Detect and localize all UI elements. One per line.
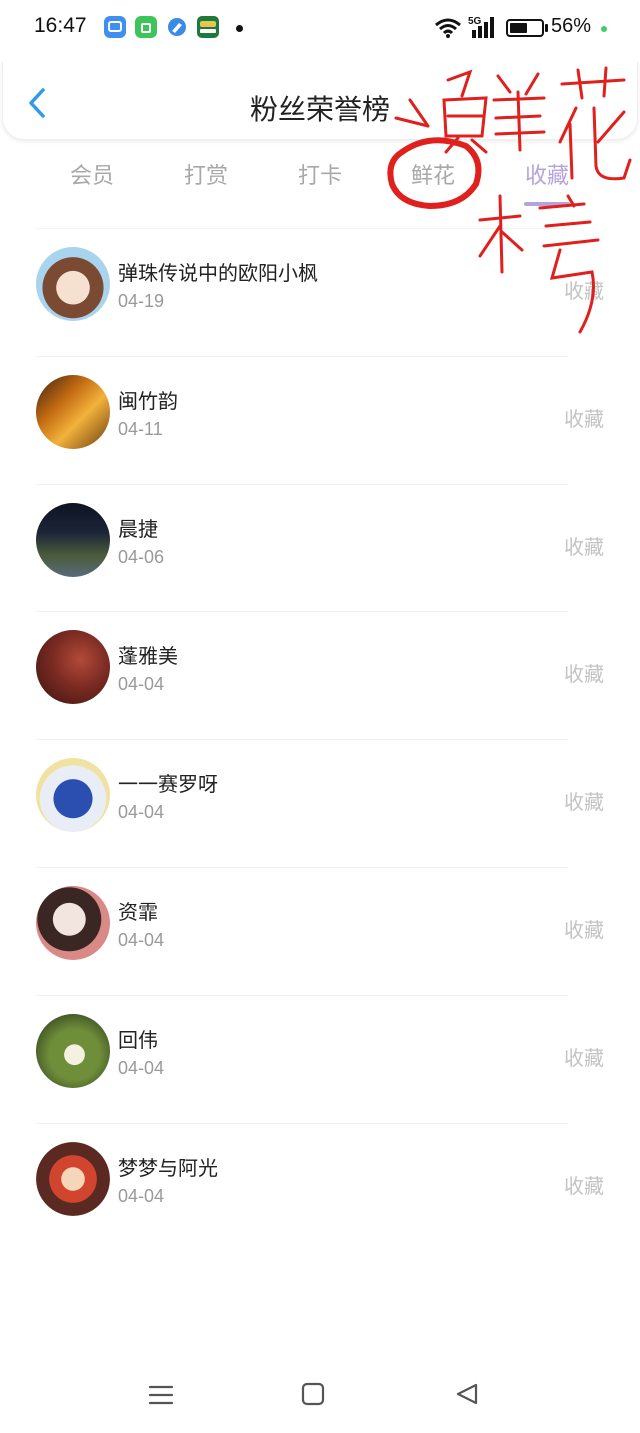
home-icon[interactable] [299, 1380, 329, 1410]
avatar[interactable] [36, 885, 110, 960]
fan-name: 弹珠传说中的欧阳小枫 [118, 261, 318, 285]
menu-icon[interactable] [146, 1380, 176, 1410]
avatar[interactable] [36, 758, 110, 833]
fan-date: 04-19 [118, 291, 165, 311]
fan-name: 梦梦与阿光 [118, 1155, 218, 1180]
wifi-icon [435, 18, 461, 38]
fan-date: 04-04 [118, 802, 165, 823]
favorite-label: 收藏 [564, 662, 604, 687]
favorite-label: 收藏 [564, 790, 604, 815]
battery-cap [545, 24, 548, 32]
fan-name: 闽竹韵 [118, 388, 178, 413]
status-time: 16:47 [34, 14, 87, 37]
favorite-label: 收藏 [564, 1045, 604, 1070]
fan-date: 04-04 [118, 1057, 165, 1078]
avatar[interactable] [36, 374, 110, 449]
favorite-label: 收藏 [564, 534, 604, 559]
favorite-label: 收藏 [564, 1173, 604, 1198]
avatar[interactable] [36, 1013, 110, 1088]
privacy-indicator [601, 26, 607, 32]
fan-date: 04-11 [118, 418, 163, 439]
favorite-label: 收藏 [564, 406, 604, 431]
bank-app-icon [197, 16, 219, 38]
fan-name: 晨捷 [118, 516, 158, 541]
files-app-icon [104, 16, 126, 38]
page-title: 粉丝荣誉榜 [249, 93, 390, 126]
tab-bar: 会员 打赏 打卡 鲜花 收藏 [0, 158, 640, 210]
fan-date: 04-06 [118, 546, 165, 567]
fan-name: 资霏 [118, 899, 158, 924]
list-item[interactable]: 回伟 04-04 收藏 [36, 994, 604, 1123]
active-tab-indicator [524, 202, 570, 206]
tab-reward[interactable]: 打赏 [161, 158, 251, 190]
fan-date: 04-04 [118, 1185, 165, 1206]
fan-name: 蓬雅美 [118, 644, 178, 669]
list-item[interactable]: 一一赛罗呀 04-04 收藏 [36, 739, 604, 867]
list-item[interactable]: 弹珠传说中的欧阳小枫 04-19 收藏 [36, 228, 604, 356]
list-item[interactable]: 晨捷 04-06 收藏 [36, 483, 604, 612]
avatar[interactable] [36, 247, 110, 321]
favorite-label: 收藏 [564, 279, 604, 303]
tab-favorites[interactable]: 收藏 [502, 158, 592, 190]
list-item[interactable]: 蓬雅美 04-04 收藏 [36, 611, 604, 739]
fan-list: 弹珠传说中的欧阳小枫 04-19 收藏 闽竹韵 04-11 收藏 晨捷 04-0… [0, 228, 640, 1250]
favorite-label: 收藏 [564, 917, 604, 942]
status-bar: 16:47 5G 56% [0, 0, 640, 60]
fan-date: 04-04 [118, 674, 165, 695]
avatar[interactable] [36, 1141, 110, 1216]
fan-date: 04-04 [118, 929, 165, 950]
battery-fill [510, 23, 527, 33]
tab-flowers[interactable]: 鲜花 [388, 158, 478, 190]
fan-name: 回伟 [118, 1027, 158, 1052]
browser-app-icon [166, 16, 188, 38]
network-label: 5G [468, 16, 482, 27]
tab-checkin[interactable]: 打卡 [275, 158, 365, 190]
5g-signal-icon: 5G [468, 16, 494, 38]
tab-membership[interactable]: 会员 [47, 158, 137, 190]
fan-name: 一一赛罗呀 [118, 772, 218, 797]
shop-app-icon [135, 16, 157, 38]
avatar[interactable] [36, 502, 110, 577]
battery-icon [506, 19, 544, 37]
list-item[interactable]: 梦梦与阿光 04-04 收藏 [36, 1122, 604, 1251]
avatar[interactable] [36, 630, 110, 705]
battery-percent: 56% [551, 15, 592, 37]
notification-dot [236, 25, 243, 32]
list-item[interactable]: 资霏 04-04 收藏 [36, 866, 604, 995]
list-item[interactable]: 闽竹韵 04-11 收藏 [36, 355, 604, 484]
system-nav-bar [0, 1360, 640, 1433]
header: 粉丝荣誉榜 [2, 62, 638, 140]
back-triangle-icon[interactable] [452, 1380, 482, 1410]
